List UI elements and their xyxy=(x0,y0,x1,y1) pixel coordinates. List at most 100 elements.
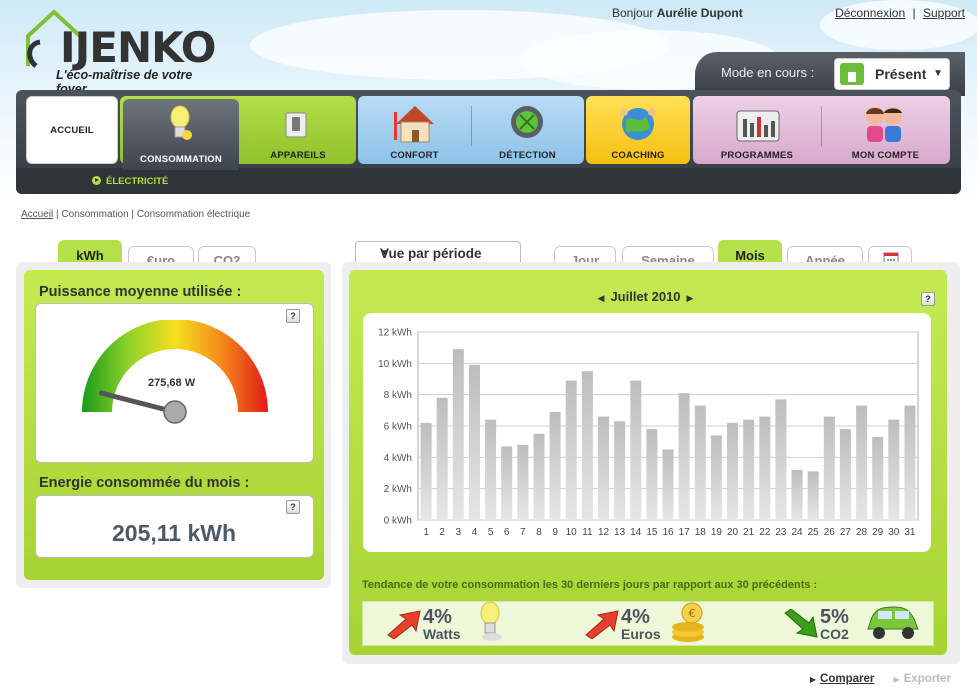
x-tick-label: 22 xyxy=(759,527,771,538)
chart-bar[interactable] xyxy=(646,429,658,520)
chart-bar[interactable] xyxy=(436,397,448,520)
trend-co2-label: CO2 xyxy=(820,626,849,642)
chart-bar[interactable] xyxy=(501,446,513,520)
breadcrumb-home[interactable]: Accueil xyxy=(21,209,53,220)
x-tick-label: 1 xyxy=(423,527,429,538)
x-tick-label: 12 xyxy=(598,527,610,538)
mode-value: Présent xyxy=(875,66,927,82)
trend-watts-label: Watts xyxy=(423,626,461,642)
x-tick-label: 8 xyxy=(536,527,542,538)
link-separator: | xyxy=(912,6,916,20)
power-title: Puissance moyenne utilisée : xyxy=(39,284,242,300)
chart-bar[interactable] xyxy=(630,380,642,520)
program-panel-icon xyxy=(736,110,780,142)
chart-bar[interactable] xyxy=(791,469,803,520)
nav-tile-consommation[interactable]: CONSOMMATION xyxy=(123,99,239,170)
svg-text:€: € xyxy=(689,607,696,620)
help-button-energy[interactable]: ? xyxy=(286,500,300,514)
x-tick-label: 29 xyxy=(872,527,884,538)
greeting: Bonjour Aurélie Dupont xyxy=(612,6,743,20)
chart-bar[interactable] xyxy=(420,422,432,520)
help-button-power[interactable]: ? xyxy=(286,309,300,323)
brand-logo[interactable]: IJENKO L'éco-maîtrise de votre foyer xyxy=(22,8,222,96)
chart-bar[interactable] xyxy=(856,405,868,520)
chart-bar[interactable] xyxy=(839,429,851,520)
chart-bar[interactable] xyxy=(775,399,787,520)
chart-bar[interactable] xyxy=(581,371,593,520)
greeting-prefix: Bonjour xyxy=(612,6,654,20)
power-value: 275,68 W xyxy=(148,377,196,389)
home-icon xyxy=(840,63,864,85)
nav-tile-home[interactable]: ACCUEIL xyxy=(26,96,118,164)
caret-down-icon: ▼ xyxy=(933,68,943,79)
chart-bar[interactable] xyxy=(888,419,900,520)
nav-tile-detection[interactable]: DÉTECTION xyxy=(471,96,584,164)
compare-link[interactable]: Comparer xyxy=(820,673,874,685)
nav-tile-appareils[interactable]: APPAREILS xyxy=(240,96,356,164)
chart-bar[interactable] xyxy=(743,419,755,520)
x-tick-label: 10 xyxy=(566,527,578,538)
logout-link[interactable]: Déconnexion xyxy=(835,6,905,20)
play-icon xyxy=(92,176,101,185)
chart-bar[interactable] xyxy=(565,380,577,520)
nav-tile-coaching[interactable]: COACHING xyxy=(586,96,690,164)
chart-bar[interactable] xyxy=(517,444,529,520)
nav-tile-mon-compte[interactable]: MON COMPTE xyxy=(821,96,950,164)
nav-label-home: ACCUEIL xyxy=(50,125,94,136)
chart-bar[interactable] xyxy=(904,405,916,520)
trend-watts-pct: 4% xyxy=(423,606,452,628)
chart-bar[interactable] xyxy=(469,364,480,520)
brand-name: IJENKO xyxy=(60,23,216,72)
x-tick-label: 3 xyxy=(456,527,462,538)
chart-bar[interactable] xyxy=(807,471,819,520)
nav-label-detection: DÉTECTION xyxy=(499,150,556,161)
play-icon: ▶ xyxy=(809,675,817,684)
month-label: Juillet 2010 xyxy=(610,289,681,304)
mode-select[interactable]: Présent ▼ xyxy=(834,58,950,90)
chart-bar[interactable] xyxy=(452,349,464,520)
play-icon: ▶ xyxy=(893,675,900,684)
chart-bar[interactable] xyxy=(598,416,609,520)
nav-tile-programmes[interactable]: PROGRAMMES xyxy=(693,96,821,164)
chart-bar[interactable] xyxy=(710,435,722,520)
top-links: Déconnexion | Support xyxy=(835,6,965,20)
y-tick-label: 8 kWh xyxy=(384,390,412,401)
chart-bar[interactable] xyxy=(872,437,884,520)
x-tick-label: 20 xyxy=(727,527,739,538)
trend-euros-pct: 4% xyxy=(621,606,650,628)
x-tick-label: 5 xyxy=(488,527,494,538)
sensor-icon xyxy=(511,106,543,138)
chart-bar[interactable] xyxy=(549,411,561,520)
help-button-chart[interactable]: ? xyxy=(921,292,935,306)
x-tick-label: 24 xyxy=(791,527,803,538)
subnav-item-electricite[interactable]: ÉLECTRICITÉ xyxy=(92,176,168,187)
chart-bar[interactable] xyxy=(694,405,706,520)
y-tick-label: 10 kWh xyxy=(378,359,412,370)
export-link[interactable]: Exporter xyxy=(904,673,951,685)
chart-bar[interactable] xyxy=(614,421,626,520)
nav-label-consommation: CONSOMMATION xyxy=(140,154,222,165)
x-tick-label: 27 xyxy=(840,527,852,538)
chart-bar[interactable] xyxy=(759,416,771,520)
chart-bar[interactable] xyxy=(662,449,674,521)
x-tick-label: 30 xyxy=(888,527,900,538)
chart-bar[interactable] xyxy=(678,393,690,520)
prev-month-icon[interactable]: ◀ xyxy=(598,293,605,303)
chart-bar[interactable] xyxy=(533,433,545,520)
breadcrumb-current: Consommation électrique xyxy=(136,209,251,220)
arrow-up-icon xyxy=(387,610,421,639)
light-bulb-icon xyxy=(170,105,192,140)
nav-label-confort: CONFORT xyxy=(390,150,439,161)
x-tick-label: 21 xyxy=(743,527,755,538)
gauge-arc xyxy=(82,320,268,412)
y-tick-label: 2 kWh xyxy=(384,484,412,495)
y-tick-label: 4 kWh xyxy=(384,453,412,464)
chart-bar[interactable] xyxy=(485,419,497,520)
next-month-icon[interactable]: ▶ xyxy=(687,293,694,303)
x-tick-label: 19 xyxy=(711,527,723,538)
chart-bar[interactable] xyxy=(823,416,835,520)
x-tick-label: 11 xyxy=(582,527,593,538)
chart-bar[interactable] xyxy=(727,422,738,520)
nav-tile-confort[interactable]: CONFORT xyxy=(358,96,471,164)
support-link[interactable]: Support xyxy=(923,6,965,20)
